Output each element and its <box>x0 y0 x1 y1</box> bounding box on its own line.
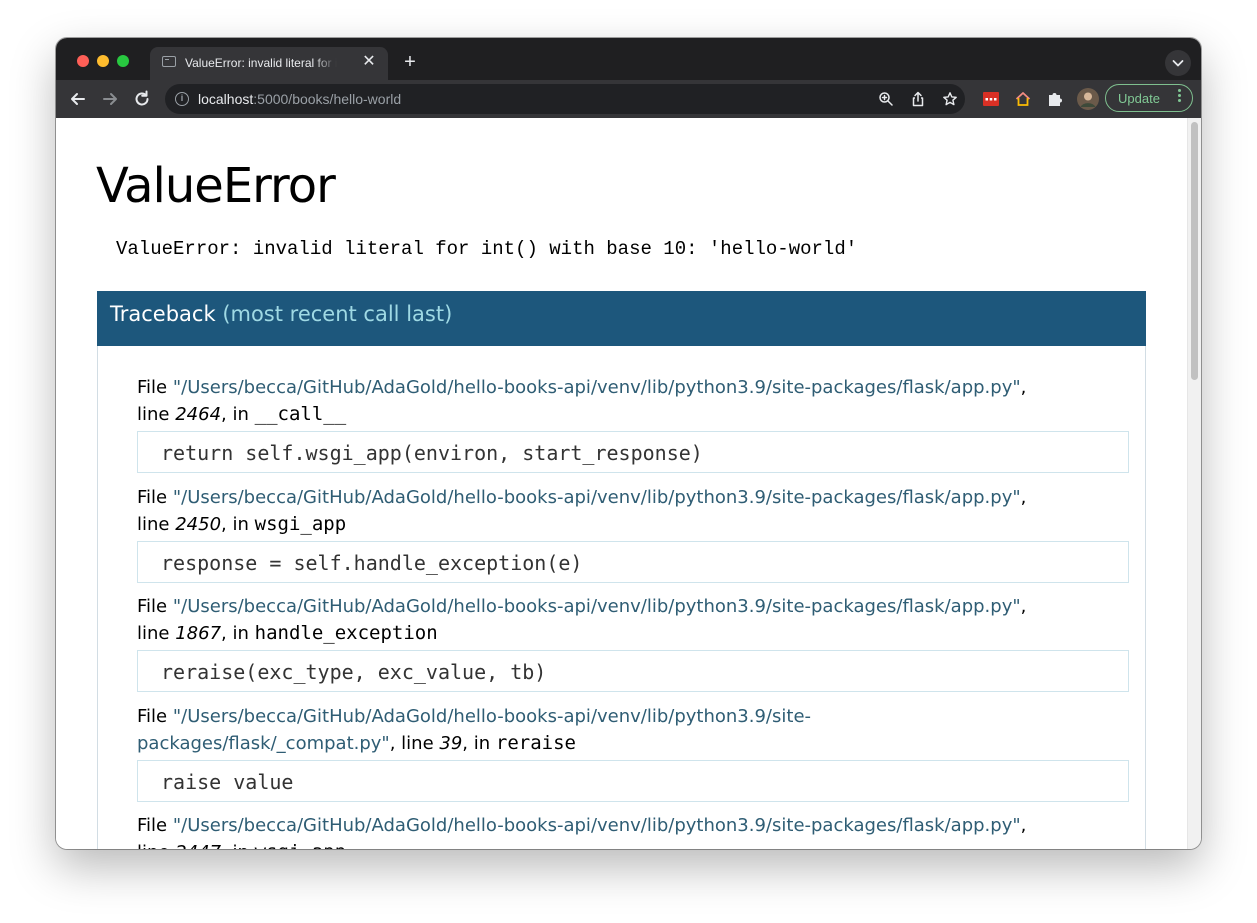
tab-title: ValueError: invalid literal for int() wi… <box>185 56 337 70</box>
frame-path[interactable]: "/Users/becca/GitHub/AdaGold/hello-books… <box>173 815 1021 836</box>
frame-file-line: File "/Users/becca/GitHub/AdaGold/hello-… <box>137 813 1129 849</box>
extension-red-glyph <box>983 92 999 106</box>
line-label: line <box>137 514 170 535</box>
reload-icon <box>135 90 149 106</box>
frame-path-continued[interactable]: packages/flask/_compat.py" <box>137 733 390 754</box>
frame-function: reraise <box>495 732 576 754</box>
line-label: line <box>137 842 169 849</box>
file-label: File <box>137 377 168 398</box>
scrollbar-thumb[interactable] <box>1191 122 1198 380</box>
arrow-left-icon <box>71 93 85 105</box>
page-content: ValueError ValueError: invalid literal f… <box>56 118 1187 849</box>
frame-code[interactable]: return self.wsgi_app(environ, start_resp… <box>137 431 1129 473</box>
frame-file-line: File "/Users/becca/GitHub/AdaGold/hello-… <box>137 596 1027 644</box>
file-label: File <box>137 596 168 617</box>
extensions-puzzle-icon[interactable] <box>1045 89 1065 109</box>
traceback-frame: File "/Users/becca/GitHub/AdaGold/hello-… <box>137 704 1129 802</box>
frame-line-number: 1867 <box>175 623 222 644</box>
frame-function: handle_exception <box>254 622 438 644</box>
update-label: Update <box>1118 91 1160 106</box>
frame-file-line: File "/Users/becca/GitHub/AdaGold/hello-… <box>137 706 812 754</box>
in-label: in <box>232 623 249 644</box>
line-label: line <box>137 404 170 425</box>
browser-tab[interactable]: ValueError: invalid literal for int() wi… <box>150 47 388 80</box>
chevron-down-icon <box>1172 60 1184 67</box>
profile-avatar[interactable] <box>1076 87 1100 111</box>
terminal-favicon-icon <box>162 56 176 67</box>
site-info-icon[interactable]: i <box>175 92 189 106</box>
file-label: File <box>137 815 168 836</box>
frame-code[interactable]: raise value <box>137 760 1129 802</box>
file-label: File <box>137 706 168 727</box>
url-text[interactable]: localhost:5000/books/hello-world <box>198 91 401 107</box>
window-minimize-button[interactable] <box>97 55 109 67</box>
frame-function: __call__ <box>254 403 347 425</box>
extension-home-icon[interactable] <box>1013 89 1033 109</box>
frame-path[interactable]: "/Users/becca/GitHub/AdaGold/hello-books… <box>173 596 1021 617</box>
reload-button[interactable] <box>131 88 153 110</box>
browser-window: ValueError: invalid literal for int() wi… <box>56 38 1201 849</box>
line-label: line <box>137 623 170 644</box>
file-label: File <box>137 487 168 508</box>
frame-line-number: 2464 <box>175 404 222 425</box>
tab-close-icon[interactable]: ✕ <box>361 54 377 70</box>
update-button[interactable]: Update <box>1105 84 1193 112</box>
traceback-body: File "/Users/becca/GitHub/AdaGold/hello-… <box>97 346 1146 849</box>
url-host: localhost <box>198 91 254 107</box>
frame-file-line: File "/Users/becca/GitHub/AdaGold/hello-… <box>137 377 1027 425</box>
back-button[interactable] <box>67 88 89 110</box>
frame-line-number: 2447 <box>175 842 221 849</box>
in-label: in <box>473 733 491 754</box>
in-label: in <box>232 842 248 849</box>
share-icon[interactable] <box>910 91 926 107</box>
frame-file-line: File "/Users/becca/GitHub/AdaGold/hello-… <box>137 487 1027 535</box>
address-bar[interactable]: i localhost:5000/books/hello-world <box>165 84 965 114</box>
arrow-right-icon <box>103 93 117 105</box>
new-tab-icon[interactable]: + <box>399 51 421 73</box>
puzzle-glyph <box>1049 93 1062 106</box>
more-vertical-icon <box>1178 89 1182 104</box>
traceback-subheading: (most recent call last) <box>222 302 453 326</box>
in-label: in <box>232 514 249 535</box>
in-label: in <box>232 404 249 425</box>
frame-code[interactable]: reraise(exc_type, exc_value, tb) <box>137 650 1129 692</box>
traceback-frame: File "/Users/becca/GitHub/AdaGold/hello-… <box>137 485 1129 583</box>
extension-red-icon[interactable] <box>981 89 1001 109</box>
traceback-header: Traceback (most recent call last) <box>97 291 1146 346</box>
forward-button[interactable] <box>99 88 121 110</box>
zoom-icon[interactable] <box>878 91 894 107</box>
frame-function: wsgi_app <box>255 841 347 849</box>
toolbar: i localhost:5000/books/hello-world Updat… <box>56 80 1201 118</box>
traceback-heading: Traceback <box>110 302 216 326</box>
tab-search-button[interactable] <box>1165 50 1191 76</box>
vertical-scrollbar[interactable] <box>1187 118 1201 849</box>
frame-path[interactable]: "/Users/becca/GitHub/AdaGold/hello-books… <box>173 377 1021 398</box>
line-label: line <box>401 733 434 754</box>
frame-line-number: 39 <box>439 733 463 754</box>
window-maximize-button[interactable] <box>117 55 129 67</box>
frame-path[interactable]: "/Users/becca/GitHub/AdaGold/hello-books… <box>173 487 1021 508</box>
traceback-frame: File "/Users/becca/GitHub/AdaGold/hello-… <box>137 594 1129 692</box>
traceback-frame: File "/Users/becca/GitHub/AdaGold/hello-… <box>137 375 1129 473</box>
avatar-glyph <box>1077 88 1099 110</box>
bookmark-star-icon[interactable] <box>942 91 958 107</box>
frame-line-number: 2450 <box>175 514 222 535</box>
frame-function: wsgi_app <box>254 513 347 535</box>
tab-strip: ValueError: invalid literal for int() wi… <box>56 38 1201 80</box>
error-title: ValueError <box>96 158 336 214</box>
error-message: ValueError: invalid literal for int() wi… <box>116 238 858 260</box>
home-glyph <box>1015 92 1031 106</box>
window-close-button[interactable] <box>77 55 89 67</box>
frame-path[interactable]: "/Users/becca/GitHub/AdaGold/hello-books… <box>173 706 811 727</box>
traceback-frame: File "/Users/becca/GitHub/AdaGold/hello-… <box>137 813 1129 849</box>
frame-code[interactable]: response = self.handle_exception(e) <box>137 541 1129 583</box>
url-path: :5000/books/hello-world <box>253 91 402 107</box>
